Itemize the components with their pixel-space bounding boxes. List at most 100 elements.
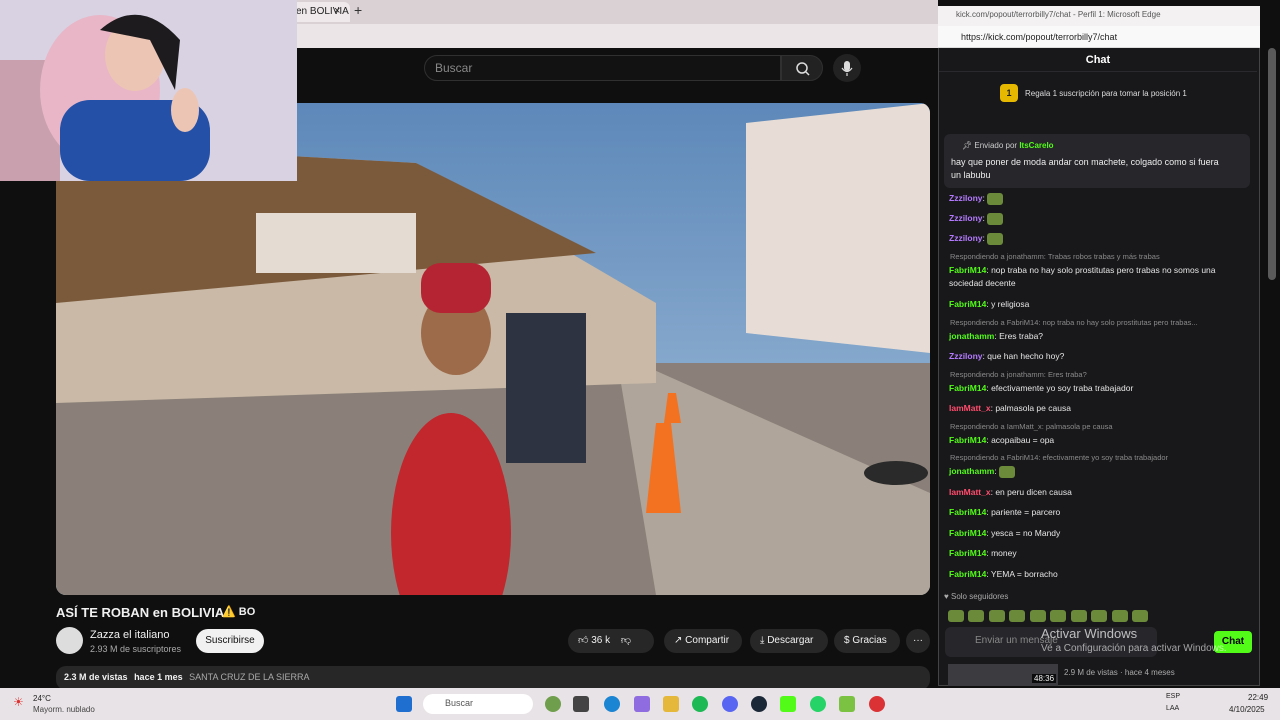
download-button[interactable]: ⤓ Descargar	[750, 629, 828, 653]
app-icon[interactable]	[545, 696, 561, 712]
emote-icon[interactable]	[968, 609, 985, 622]
search-input[interactable]: Buscar	[424, 55, 781, 81]
chat-window-title: kick.com/popout/terrorbilly7/chat - Perf…	[956, 10, 1161, 19]
chat-username[interactable]: Zzzilony	[949, 351, 983, 361]
like-button[interactable]: 👍︎ 36 k 👎︎	[568, 629, 654, 653]
new-tab-button[interactable]: +	[354, 2, 362, 18]
mic-icon	[841, 61, 853, 76]
chat-reply-context[interactable]: Respondiendo a IamMatt_x: palmasola pe c…	[950, 422, 1250, 431]
chat-username[interactable]: IamMatt_x	[949, 403, 991, 413]
followers-only-label: ♥ Solo seguidores	[944, 592, 1009, 601]
start-icon[interactable]	[396, 696, 412, 712]
chat-username[interactable]: FabriM14	[949, 265, 986, 275]
chat-username[interactable]: FabriM14	[949, 569, 986, 579]
discord-icon[interactable]	[722, 696, 738, 712]
thumbs-down-icon[interactable]: 👎︎	[621, 635, 631, 646]
thanks-button[interactable]: $ Gracias	[834, 629, 900, 653]
weather-icon[interactable]: ☀	[13, 695, 24, 709]
subscribe-button[interactable]: Suscribirse	[196, 629, 264, 653]
emote-icon[interactable]	[1050, 609, 1067, 622]
tray-layout[interactable]: LAA	[1166, 705, 1179, 712]
tray-language[interactable]: ESP	[1166, 693, 1180, 700]
pinned-header: 📌︎ Enviado por ItsCarelo	[962, 141, 1054, 150]
chat-username[interactable]: FabriM14	[949, 507, 986, 517]
emote-icon[interactable]	[1009, 609, 1026, 622]
chat-popup-window	[938, 6, 1260, 686]
title-suffix: ⚠️ BO	[222, 606, 256, 618]
chat-message: FabriM14: y religiosa	[949, 298, 1249, 311]
emote-icon[interactable]	[1029, 609, 1046, 622]
weather-desc: Mayorm. nublado	[33, 705, 95, 714]
taskbar-search[interactable]: Buscar	[423, 694, 533, 714]
chat-text: en peru dicen causa	[995, 487, 1072, 497]
chat-username[interactable]: FabriM14	[949, 383, 986, 393]
location-tag[interactable]: SANTA CRUZ DE LA SIERRA	[189, 672, 309, 682]
spotify-icon[interactable]	[692, 696, 708, 712]
activate-windows-subtitle: Ve a Configuración para activar Windows.	[1041, 643, 1227, 654]
voice-search-button[interactable]	[833, 54, 861, 82]
channel-name[interactable]: Zazza el italiano	[90, 629, 170, 641]
kick-icon[interactable]	[780, 696, 796, 712]
chat-text: yesca = no Mandy	[991, 528, 1061, 538]
search-button[interactable]	[781, 55, 823, 81]
description-box[interactable]: 2.3 M de vistas hace 1 mes SANTA CRUZ DE…	[56, 666, 930, 690]
tab-close-icon[interactable]: ×	[334, 5, 340, 17]
emote-icon[interactable]	[988, 609, 1005, 622]
chat-url: https://kick.com/popout/terrorbilly7/cha…	[961, 32, 1118, 42]
chat-username[interactable]: IamMatt_x	[949, 487, 991, 497]
chat-message: FabriM14: YEMA = borracho	[949, 568, 1249, 581]
chat-username[interactable]: Zzzilony	[949, 213, 983, 223]
more-actions-button[interactable]: ···	[906, 629, 930, 653]
pinned-user[interactable]: ItsCarelo	[1019, 141, 1053, 150]
steam-icon[interactable]	[751, 696, 767, 712]
chat-emote-icon	[987, 212, 1004, 225]
chat-username[interactable]: FabriM14	[949, 299, 986, 309]
chat-username[interactable]: Zzzilony	[949, 233, 983, 243]
chat-username[interactable]: Zzzilony	[949, 193, 983, 203]
chat-text: YEMA = borracho	[990, 569, 1058, 579]
whatsapp-icon[interactable]	[810, 696, 826, 712]
chat-reply-context[interactable]: Respondiendo a jonathamm: Trabas robos t…	[950, 252, 1250, 261]
chat-message: Zzzilony:	[949, 192, 1249, 205]
chat-message: FabriM14: money	[949, 547, 1249, 560]
file-explorer-icon[interactable]	[663, 696, 679, 712]
copilot-icon[interactable]	[634, 696, 650, 712]
chat-message: FabriM14: efectivamente yo soy traba tra…	[949, 382, 1249, 395]
emote-icon[interactable]	[1070, 609, 1087, 622]
chat-username[interactable]: FabriM14	[949, 528, 986, 538]
weather-temp[interactable]: 24°C	[33, 694, 51, 703]
edge-icon[interactable]	[604, 696, 620, 712]
chat-reply-context[interactable]: Respondiendo a FabriM14: efectivamente y…	[950, 453, 1250, 462]
emote-icon[interactable]	[1091, 609, 1108, 622]
chat-reply-context[interactable]: Respondiendo a FabriM14: nop traba no ha…	[950, 318, 1250, 327]
chat-message: Zzzilony: que han hecho hoy?	[949, 350, 1249, 363]
share-label: Compartir	[685, 635, 730, 646]
chat-message: Zzzilony:	[949, 232, 1249, 245]
app-icon-2[interactable]	[839, 696, 855, 712]
chrome-icon[interactable]	[869, 696, 885, 712]
chat-username[interactable]: FabriM14	[949, 435, 986, 445]
emote-icon[interactable]	[948, 609, 964, 622]
related-video-duration: 48:36	[1032, 674, 1057, 683]
chat-reply-context[interactable]: Respondiendo a jonathamm: Eres traba?	[950, 370, 1250, 379]
page-scrollbar[interactable]	[1268, 48, 1276, 280]
chat-username[interactable]: FabriM14	[949, 548, 986, 558]
tray-time[interactable]: 22:49	[1248, 693, 1268, 702]
share-button[interactable]: ↗ Compartir	[664, 629, 742, 653]
chat-emote-icon	[987, 232, 1004, 245]
task-view-icon[interactable]	[573, 696, 589, 712]
activate-windows-title: Activar Windows	[1041, 626, 1138, 641]
gift-banner[interactable]: Regala 1 suscripción para tomar la posic…	[1025, 89, 1187, 98]
emote-bar[interactable]	[948, 607, 1149, 622]
pinned-text: hay que poner de moda andar con machete,…	[951, 157, 1219, 180]
chat-username[interactable]: jonathamm	[949, 466, 994, 476]
chat-username[interactable]: jonathamm	[949, 331, 994, 341]
pin-icon: 📌︎	[962, 141, 975, 150]
tray-date[interactable]: 4/10/2025	[1229, 705, 1265, 714]
emote-icon[interactable]	[1111, 609, 1128, 622]
thumbs-up-icon: 👍︎	[578, 635, 589, 646]
emote-icon[interactable]	[1132, 609, 1149, 622]
channel-avatar[interactable]	[56, 627, 83, 654]
browser-tab[interactable]: en BOLIVIA	[290, 2, 350, 22]
thanks-label: Gracias	[852, 635, 887, 646]
